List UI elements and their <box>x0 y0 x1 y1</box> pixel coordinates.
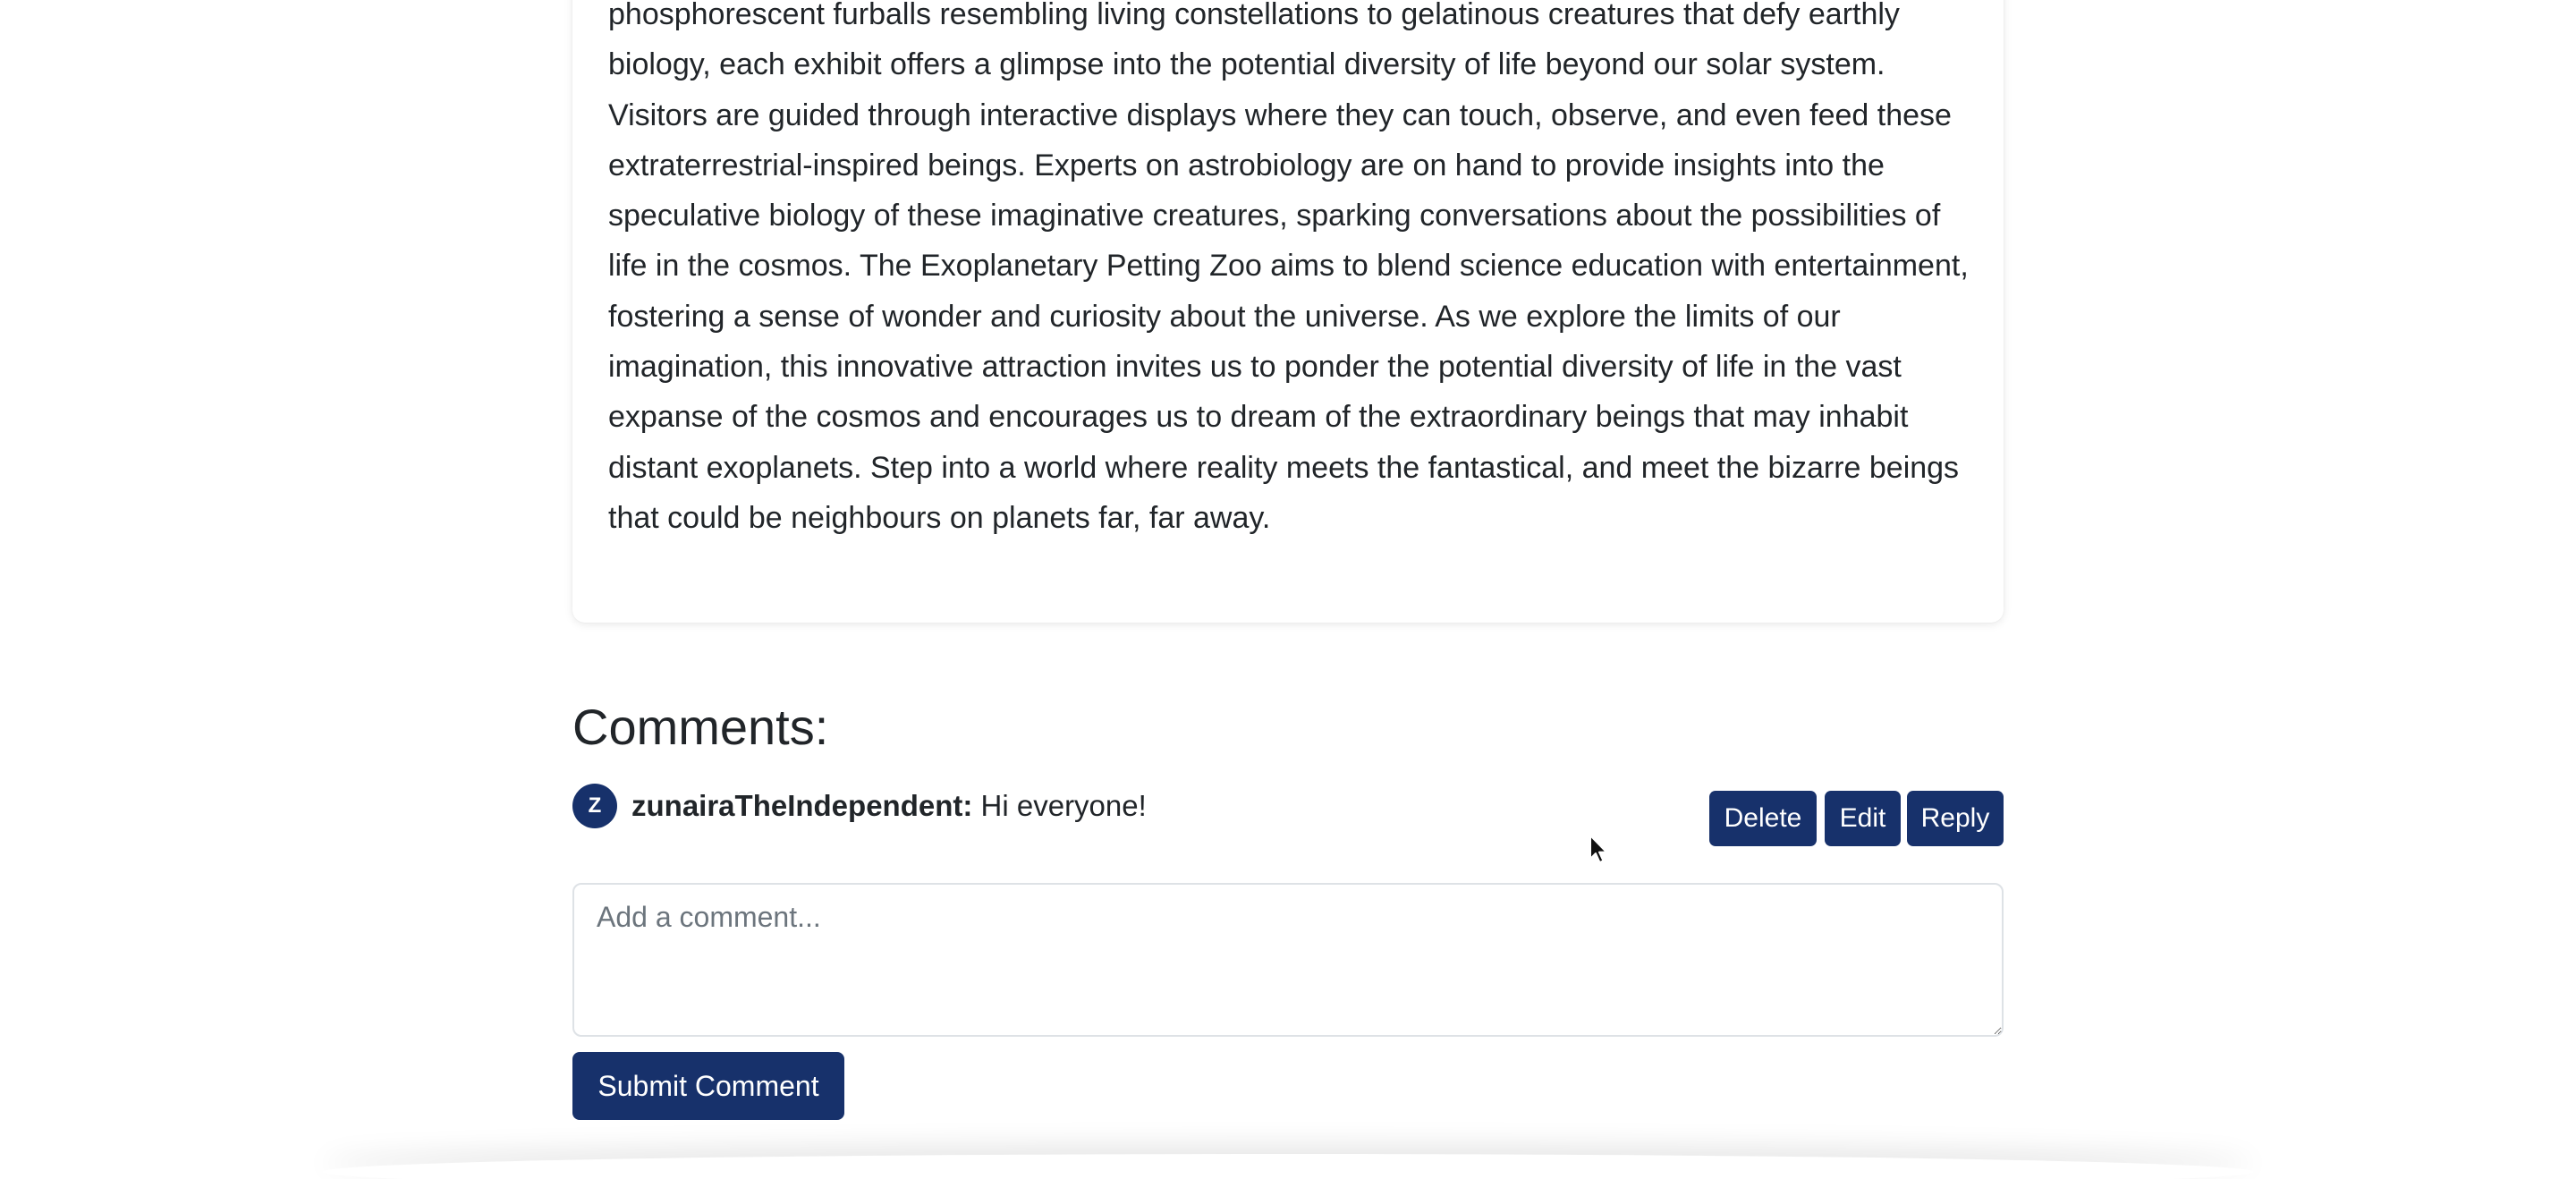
mouse-pointer-icon <box>1589 835 1607 863</box>
post-card: phosphorescent furballs resembling livin… <box>572 0 2004 623</box>
post-body-text: phosphorescent furballs resembling livin… <box>608 0 1969 535</box>
comment-author: zunairaTheIndependent: <box>631 789 973 822</box>
bottom-shadow-divider <box>322 1154 2254 1179</box>
add-comment-input[interactable] <box>572 883 2004 1037</box>
reply-comment-button[interactable]: Reply <box>1907 791 2004 846</box>
comment-item: Z zunairaTheIndependent: Hi everyone! De… <box>572 780 2004 848</box>
page: phosphorescent furballs resembling livin… <box>0 0 2576 1179</box>
comment-content: zunairaTheIndependent: Hi everyone! <box>631 784 1147 828</box>
comments-heading: Comments: <box>572 699 829 755</box>
avatar: Z <box>572 784 617 828</box>
comment-body: Hi everyone! <box>972 789 1147 822</box>
submit-comment-button[interactable]: Submit Comment <box>572 1052 844 1120</box>
edit-comment-button[interactable]: Edit <box>1825 791 1901 846</box>
delete-comment-button[interactable]: Delete <box>1709 791 1817 846</box>
